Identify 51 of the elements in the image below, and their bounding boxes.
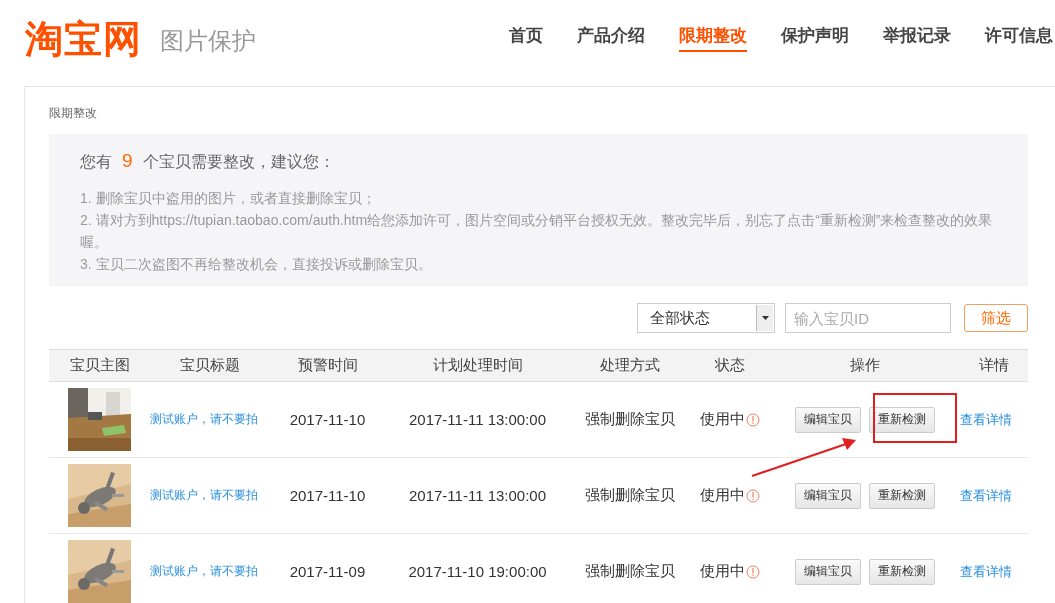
detail-link[interactable]: 查看详情 [960, 486, 1028, 505]
recheck-button[interactable]: 重新检测 [869, 482, 935, 509]
detail-link[interactable]: 查看详情 [960, 410, 1028, 429]
nav-tab[interactable]: 产品介绍 [577, 24, 645, 52]
edit-button[interactable]: 编辑宝贝 [795, 558, 861, 585]
column-header: 处理方式 [599, 356, 661, 375]
nav-tab[interactable]: 举报记录 [883, 24, 951, 52]
warning-icon[interactable] [746, 564, 760, 579]
table-cell-text: 2017-11-11 13:00:00 [407, 411, 548, 428]
search-field[interactable]: 输入宝贝ID [785, 303, 951, 333]
table-cell-text: 强制删除宝贝 [584, 410, 676, 429]
caret-icon [761, 316, 769, 320]
table-cell-text: 2017-11-10 [288, 487, 367, 504]
notice-text: 个宝贝需要整改，建议您： [142, 152, 335, 172]
notice-item: 3. 宝贝二次盗图不再给整改机会，直接投诉或删除宝贝。 [80, 255, 433, 274]
item-title-link[interactable]: 测试账户，请不要拍 [150, 411, 270, 428]
nav-tab[interactable]: 许可信息 [985, 24, 1053, 52]
status-dropdown[interactable]: 全部状态 [637, 303, 775, 333]
column-header: 计划处理时间 [431, 356, 524, 375]
recheck-button[interactable]: 重新检测 [869, 558, 935, 585]
notice-item: 1. 删除宝贝中盗用的图片，或者直接删除宝贝； [80, 189, 377, 208]
item-count: 9 [122, 150, 133, 172]
notice-item: 2. 请对方到https://tupian.taobao.com/auth.htm给您添加许可，图片空间或分销平台授权无效。整改完毕后，别忘了点击“重新检测”来检查整改的效果喔。 [80, 211, 994, 252]
item-title-link[interactable]: 测试账户，请不要拍 [150, 563, 270, 580]
table-cell-text: 2017-11-11 13:00:00 [407, 487, 548, 504]
nav-tab[interactable]: 保护声明 [781, 24, 849, 52]
notice-text: 您有 [80, 152, 112, 172]
status-text: 使用中 [700, 410, 745, 429]
item-title-link[interactable]: 测试账户，请不要拍 [150, 487, 270, 504]
status-text: 使用中 [700, 486, 745, 505]
nav-tab[interactable]: 首页 [509, 24, 543, 52]
table-cell-text: 2017-11-10 19:00:00 [407, 563, 548, 580]
site-subtitle: 图片保护 [160, 26, 256, 56]
status-text: 使用中 [700, 562, 745, 581]
edit-button[interactable]: 编辑宝贝 [795, 482, 861, 509]
column-header: 操作 [849, 356, 881, 375]
table-cell-text: 强制删除宝贝 [584, 562, 676, 581]
table-cell-text: 强制删除宝贝 [584, 486, 676, 505]
column-header: 详情 [978, 356, 1010, 375]
column-header: 宝贝标题 [179, 356, 241, 375]
column-header: 预警时间 [296, 356, 359, 375]
table-cell-text: 2017-11-10 [288, 411, 367, 428]
column-header: 宝贝主图 [68, 356, 131, 375]
edit-button[interactable]: 编辑宝贝 [795, 406, 861, 433]
table-cell-text: 2017-11-09 [288, 563, 367, 580]
breadcrumb[interactable]: 限期整改 [49, 105, 97, 122]
warning-icon[interactable] [746, 412, 760, 427]
recheck-button[interactable]: 重新检测 [869, 406, 935, 433]
warning-icon[interactable] [746, 488, 760, 503]
detail-link[interactable]: 查看详情 [960, 562, 1028, 581]
column-header: 状态 [714, 356, 746, 375]
